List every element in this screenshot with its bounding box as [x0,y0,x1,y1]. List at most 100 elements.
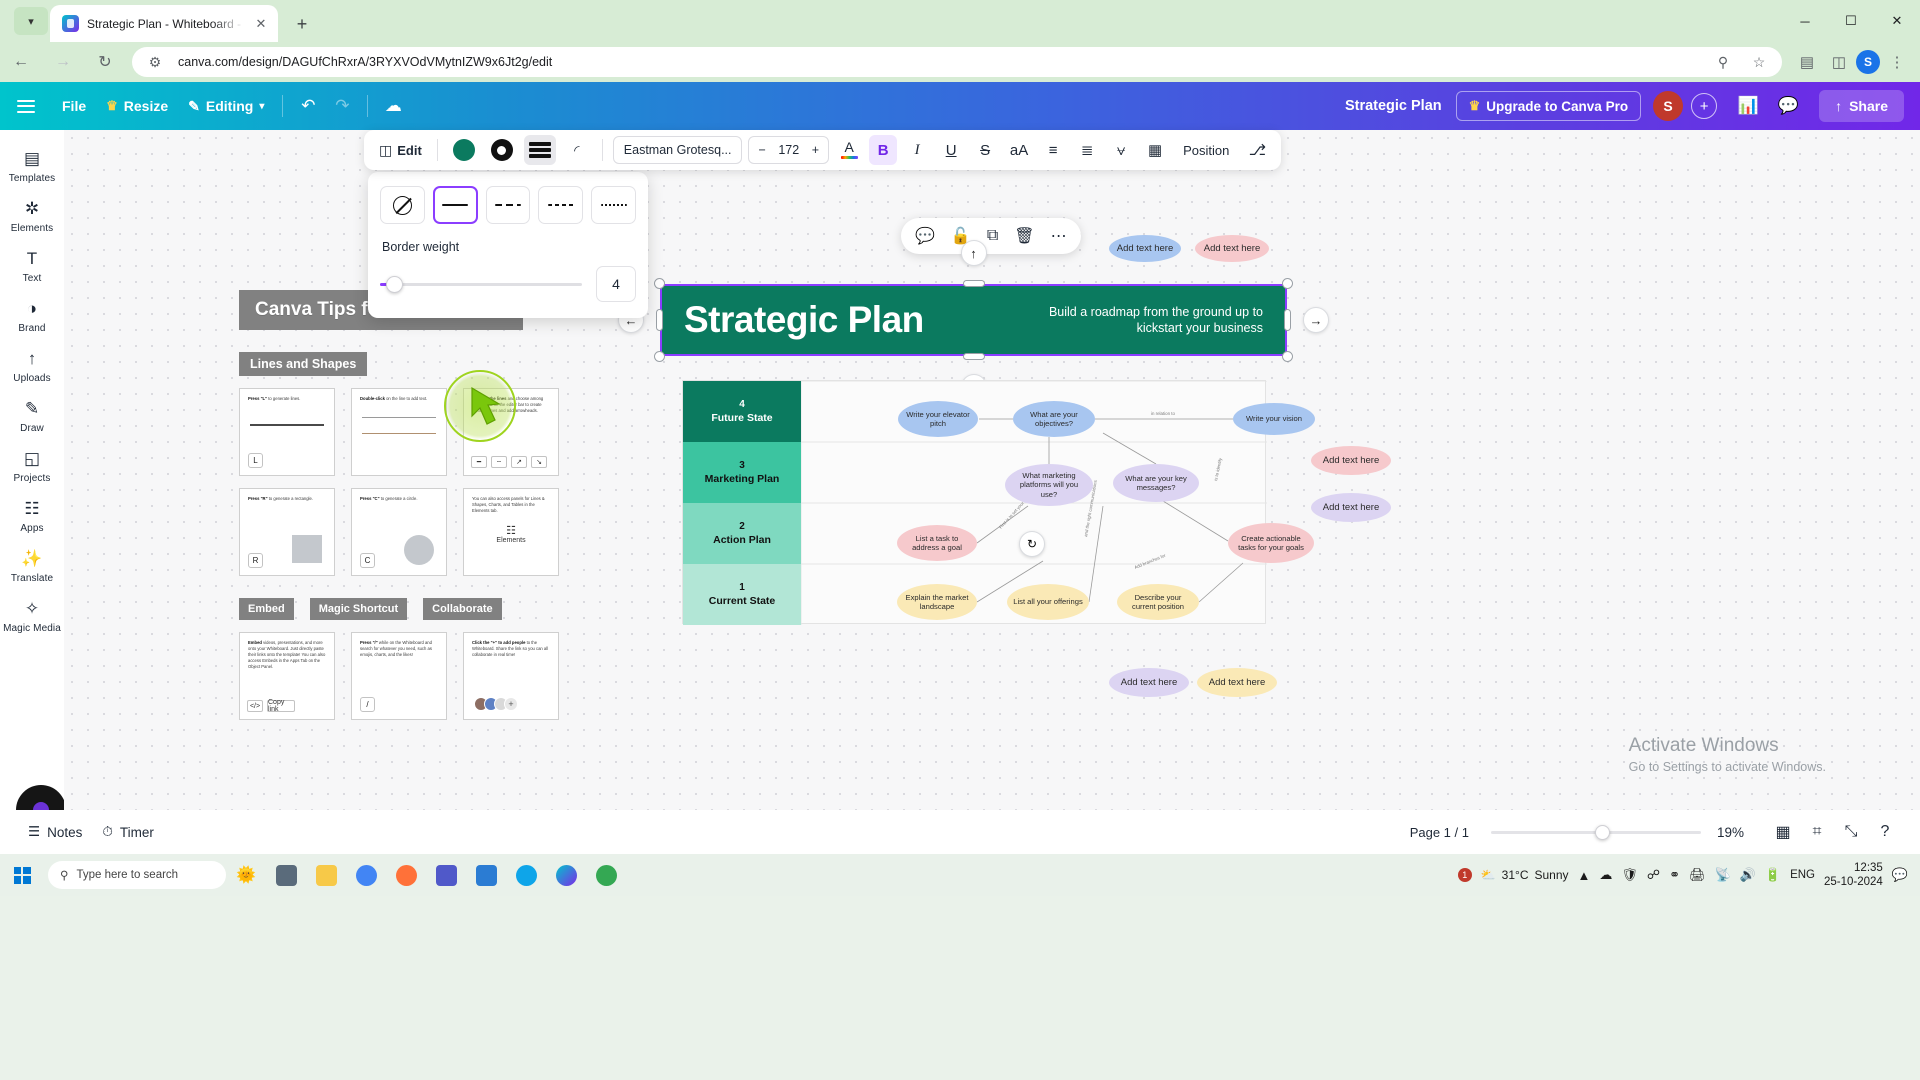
copy-link-icon[interactable]: Copy link [267,699,295,713]
mindmap-stage-4[interactable]: 4 Future State [683,381,801,442]
add-text-oval[interactable]: Add text here [1311,493,1391,522]
strategic-plan-banner[interactable]: Strategic Plan Build a roadmap from the … [660,284,1287,356]
forward-icon[interactable]: → [42,42,84,82]
corner-rounding-button[interactable]: ◜ [562,135,592,165]
zoom-slider[interactable] [1490,824,1701,840]
browser-profile-avatar[interactable]: S [1856,50,1880,74]
border-weight-button[interactable] [523,135,556,165]
weather-widget[interactable]: ⛅ 31°C Sunny [1481,868,1569,882]
printer-icon[interactable]: 🖨 [1689,867,1706,883]
resize-handle-bottom-right[interactable] [1282,351,1293,362]
underline-button[interactable]: U [937,135,965,165]
grid-view-icon[interactable]: ▦ [1766,815,1800,849]
insights-chart-icon[interactable]: 📊 [1731,89,1765,123]
maximize-button[interactable]: ☐ [1828,0,1874,42]
close-window-button[interactable]: ✕ [1874,0,1920,42]
resize-button[interactable]: ♛ Resize [96,92,178,120]
line-spacing-button[interactable]: ⩝ [1107,135,1135,165]
font-size-stepper[interactable]: − 172 + [748,136,830,164]
resize-handle-top-left[interactable] [654,278,665,289]
font-size-increase[interactable]: + [812,143,819,157]
font-color-button[interactable]: A [835,135,863,165]
mindmap-node[interactable]: List all your offerings [1007,584,1089,620]
taskbar-app-teams[interactable] [426,854,466,896]
invite-members-button[interactable]: + [1691,93,1718,119]
transparency-button[interactable]: ▦ [1141,135,1169,165]
border-style-solid[interactable] [432,186,478,224]
list-button[interactable]: ≣ [1073,135,1101,165]
reload-icon[interactable]: ↻ [84,42,126,82]
mindmap-node[interactable]: Write your vision [1233,403,1315,435]
sidebar-item-text[interactable]: T Text [0,240,64,290]
strategic-plan-mindmap[interactable]: in relation to is to identify First is t… [682,380,1315,625]
chevron-up-icon[interactable]: ▲ [1578,868,1591,883]
taskbar-app-store[interactable] [466,854,506,896]
site-settings-icon[interactable]: ⚙ [142,49,168,75]
start-button[interactable] [0,854,44,896]
taskbar-app-file-explorer[interactable] [306,854,346,896]
taskbar-app-widgets[interactable]: 🌞 [226,854,266,896]
taskbar-app-chrome-2[interactable] [586,854,626,896]
resize-handle-top[interactable] [962,280,985,287]
add-person-icon[interactable]: + [504,697,518,711]
timer-button[interactable]: ⏱ Timer [92,818,164,846]
sidebar-item-templates[interactable]: ▤ Templates [0,140,64,190]
taskbar-app-canva[interactable] [546,854,586,896]
rotate-handle-icon[interactable]: ↻ [1019,531,1045,557]
sidebar-item-translate[interactable]: ✨ Translate [0,540,64,590]
position-button[interactable]: Position [1175,135,1237,165]
resize-handle-top-right[interactable] [1282,278,1293,289]
edit-button[interactable]: ◫ Edit [374,135,427,165]
language-indicator[interactable]: ENG [1790,869,1815,881]
document-title[interactable]: Strategic Plan [1345,98,1442,114]
sidebar-item-draw[interactable]: ✎ Draw [0,390,64,440]
nav-right-button[interactable]: → [1303,307,1329,333]
comments-icon[interactable]: 💬 [1771,89,1805,123]
fill-color-button[interactable] [448,135,480,165]
border-color-button[interactable] [486,135,518,165]
italic-button[interactable]: I [903,135,931,165]
taskbar-app-task-view[interactable] [266,854,306,896]
taskbar-app-edge[interactable] [506,854,546,896]
mindmap-node[interactable]: What are your key messages? [1113,464,1199,502]
notification-badge[interactable]: 1 [1457,868,1472,882]
text-align-button[interactable]: ≡ [1039,135,1067,165]
redo-icon[interactable]: ↷ [325,89,359,123]
design-canvas[interactable]: Canva Tips for Whiteboards Lines and Sha… [64,130,1920,810]
help-icon[interactable]: ? [1868,815,1902,849]
more-options-icon[interactable]: ⋯ [1051,226,1067,246]
border-style-long-dash[interactable] [485,186,531,224]
clock[interactable]: 12:35 25-10-2024 [1824,861,1883,889]
add-text-oval[interactable]: Add text here [1311,446,1391,475]
tips-card[interactable]: Embed videos, presentations, and more on… [239,632,335,720]
border-style-popup[interactable]: Border weight 4 [368,172,648,318]
slider-knob[interactable] [386,275,403,293]
tips-card[interactable]: Press "R" to generate a rectangle. R [239,488,335,576]
straight-line-icon[interactable]: ━ [471,456,487,468]
taskbar-app-firefox[interactable] [386,854,426,896]
undo-icon[interactable]: ↶ [291,89,325,123]
border-weight-slider[interactable] [380,275,582,293]
mindmap-node[interactable]: Explain the market landscape [897,584,977,620]
border-weight-value[interactable]: 4 [596,266,636,302]
tips-card[interactable]: Click the "+" to add people to the White… [463,632,559,720]
minimize-button[interactable]: ─ [1782,0,1828,42]
mindmap-stage-2[interactable]: 2 Action Plan [683,503,801,564]
notes-button[interactable]: ☰ Notes [18,818,92,846]
tips-card[interactable]: Double-click on the line to add text. [351,388,447,476]
code-embed-icon[interactable]: </> [247,700,263,712]
mindmap-node[interactable]: What marketing platforms will you use? [1005,464,1093,506]
font-size-decrease[interactable]: − [758,143,765,157]
add-text-oval[interactable]: Add text here [1195,235,1269,262]
tab-list-chevron-icon[interactable]: ▾ [14,7,48,35]
zoom-value[interactable]: 19% [1717,825,1744,840]
mindmap-node[interactable]: Write your elevator pitch [898,401,978,437]
taskbar-app-chrome[interactable] [346,854,386,896]
elbow-line-icon[interactable]: ╌ [491,456,507,468]
border-style-dotted[interactable] [591,186,636,224]
notification-center-icon[interactable]: 💬 [1892,867,1908,883]
font-size-value[interactable]: 172 [776,143,802,157]
close-tab-icon[interactable]: ✕ [252,15,270,33]
extension-icon[interactable]: ▤ [1792,47,1822,77]
comment-icon[interactable]: 💬 [915,226,935,246]
